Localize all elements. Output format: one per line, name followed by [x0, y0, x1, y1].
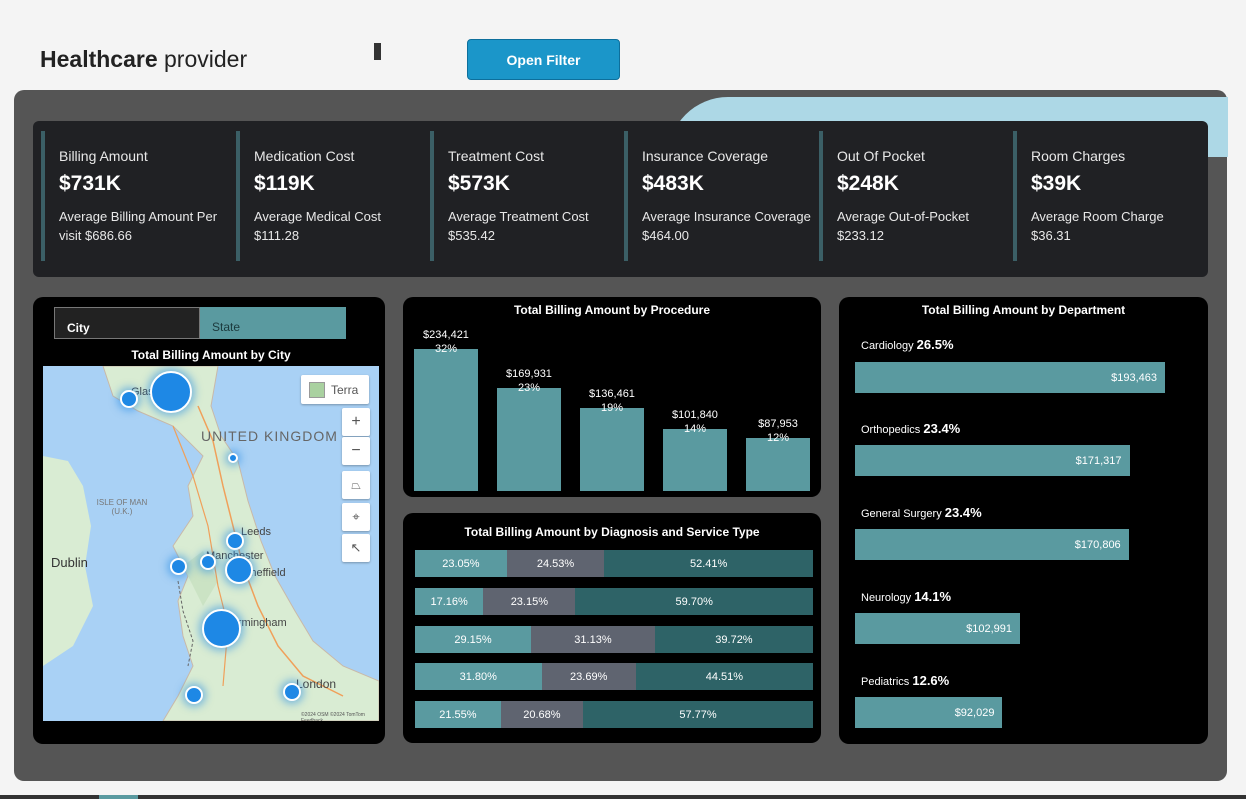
open-filter-button[interactable]: Open Filter	[467, 39, 620, 80]
map-bubble-london[interactable]	[283, 683, 301, 701]
department-label: Orthopedics 23.4%	[861, 421, 961, 436]
department-label: General Surgery 23.4%	[861, 505, 982, 520]
procedure-value-label: $169,931	[506, 368, 552, 381]
map-bubble-bristol[interactable]	[185, 686, 203, 704]
text-cursor	[374, 43, 381, 60]
procedure-pct-label: 14%	[683, 423, 707, 436]
city-map[interactable]: UNITED KINGDOM ISLE OF MAN (U.K.) Dublin…	[43, 366, 379, 721]
department-label: Cardiology 26.5%	[861, 337, 954, 352]
diagnosis-segment[interactable]: 24.53%	[506, 550, 605, 577]
diagnosis-segment[interactable]: 52.41%	[604, 550, 813, 577]
procedure-value-label: $101,840	[672, 409, 718, 422]
diagnosis-segment[interactable]: 57.77%	[583, 701, 813, 728]
procedure-bar-label: $136,461 19%	[580, 387, 644, 415]
kpi-out-of-pocket: Out Of Pocket $248K Average Out-of-Pocket …	[819, 131, 1009, 261]
map-bubble-birmingham[interactable]	[202, 609, 241, 648]
diagnosis-row[interactable]: 23.05% 24.53% 52.41%	[415, 550, 813, 577]
procedure-bar[interactable]	[746, 437, 810, 491]
department-bar[interactable]: $102,991	[855, 613, 1021, 644]
diagnosis-row[interactable]: 17.16% 23.15% 59.70%	[415, 588, 813, 615]
london-label: London	[296, 677, 337, 691]
tilt-button[interactable]: ⏢	[342, 471, 370, 499]
isle-of-man-label: ISLE OF MAN (U.K.)	[96, 498, 148, 516]
procedure-pct-label: 32%	[434, 343, 458, 355]
map-bubble-manchester[interactable]	[200, 554, 216, 570]
diagnosis-segment[interactable]: 20.68%	[500, 701, 584, 728]
procedure-bar-label: $169,931 23%	[497, 367, 561, 395]
leeds-label: Leeds	[241, 526, 271, 538]
department-bar[interactable]: $92,029	[855, 697, 1003, 728]
procedure-pct-label: 23%	[517, 382, 541, 395]
map-attribution: ©2024 OSM ©2024 TomTom Feedback	[301, 712, 365, 721]
procedure-pct-label: 12%	[766, 431, 790, 444]
department-label: Pediatrics 12.6%	[861, 673, 950, 688]
kpi-strip: Billing Amount $731K Average Billing Amoun…	[33, 121, 1208, 277]
procedure-value-label: $87,953	[758, 417, 798, 430]
country-label: UNITED KINGDOM	[201, 428, 338, 444]
procedure-value-label: $234,421	[423, 329, 469, 341]
page-title: Healthcare provider	[40, 46, 248, 72]
kpi-room-charges: Room Charges $39K Average Room Charge $36.…	[1013, 131, 1203, 261]
department-label: Neurology 14.1%	[861, 589, 952, 604]
diagnosis-segment[interactable]: 23.69%	[541, 663, 636, 690]
procedure-bar[interactable]	[580, 408, 644, 491]
department-bar[interactable]: $170,806	[855, 529, 1129, 560]
bottom-bar	[0, 795, 1246, 799]
kpi-billing-amount: Billing Amount $731K Average Billing Amoun…	[41, 131, 231, 261]
diagnosis-segment[interactable]: 21.55%	[415, 701, 501, 728]
tab-state[interactable]: State	[200, 307, 346, 339]
map-bubble-glasgow[interactable]	[120, 390, 138, 408]
diagnosis-row[interactable]: 21.55% 20.68% 57.77%	[415, 701, 813, 728]
tab-city[interactable]: City	[54, 307, 200, 339]
compass-icon[interactable]: ⌖	[342, 503, 370, 531]
procedure-bar[interactable]	[497, 388, 561, 491]
diagnosis-segment[interactable]: 31.80%	[415, 663, 542, 690]
department-bar[interactable]: $171,317	[855, 445, 1130, 476]
dublin-label: Dublin	[51, 555, 88, 570]
kpi-medication-cost: Medication Cost $119K Average Medical Cost…	[236, 131, 426, 261]
map-bubble-leeds[interactable]	[226, 532, 244, 550]
kpi-insurance-coverage: Insurance Coverage $483K Average Insurance…	[624, 131, 824, 261]
map-bubble-newcastle[interactable]	[228, 453, 238, 463]
select-arrow-icon[interactable]: ↖	[342, 534, 370, 562]
map-title: Total Billing Amount by City	[131, 348, 291, 362]
procedure-bar-label: $87,953 12%	[746, 417, 810, 445]
terrain-icon	[309, 381, 325, 398]
diagnosis-segment[interactable]: 23.05%	[415, 550, 507, 577]
diagnosis-chart-title: Total Billing Amount by Diagnosis and Se…	[464, 525, 760, 539]
procedure-pct-label: 19%	[600, 402, 624, 415]
page-tab-indicator[interactable]	[99, 795, 138, 799]
diagnosis-segment[interactable]: 44.51%	[635, 663, 813, 690]
map-bubble-liverpool[interactable]	[170, 558, 187, 575]
map-style-button[interactable]: Terra	[301, 375, 369, 404]
procedure-chart-title: Total Billing Amount by Procedure	[513, 303, 710, 317]
zoom-in-button[interactable]: +	[342, 408, 370, 436]
procedure-bar-label: $234,421 32%	[414, 328, 478, 356]
diagnosis-row[interactable]: 29.15% 31.13% 39.72%	[415, 626, 813, 653]
procedure-bar[interactable]	[414, 349, 478, 491]
diagnosis-segment[interactable]: 59.70%	[575, 588, 813, 615]
diagnosis-segment[interactable]: 39.72%	[654, 626, 813, 653]
diagnosis-row[interactable]: 31.80% 23.69% 44.51%	[415, 663, 813, 690]
map-bubble-edinburgh[interactable]	[150, 371, 192, 413]
department-bar[interactable]: $193,463	[855, 362, 1165, 393]
map-bubble-sheffield[interactable]	[225, 556, 253, 584]
procedure-value-label: $136,461	[589, 388, 635, 401]
procedure-bar[interactable]	[663, 429, 727, 491]
diagnosis-segment[interactable]: 17.16%	[415, 588, 484, 615]
kpi-treatment-cost: Treatment Cost $573K Average Treatment Cos…	[430, 131, 620, 261]
procedure-bar-label: $101,840 14%	[663, 408, 727, 436]
map-land	[43, 366, 379, 721]
diagnosis-segment[interactable]: 23.15%	[483, 588, 576, 615]
diagnosis-segment[interactable]: 31.13%	[531, 626, 655, 653]
zoom-out-button[interactable]: −	[342, 437, 370, 465]
department-chart-title: Total Billing Amount by Department	[921, 303, 1126, 317]
diagnosis-segment[interactable]: 29.15%	[415, 626, 532, 653]
